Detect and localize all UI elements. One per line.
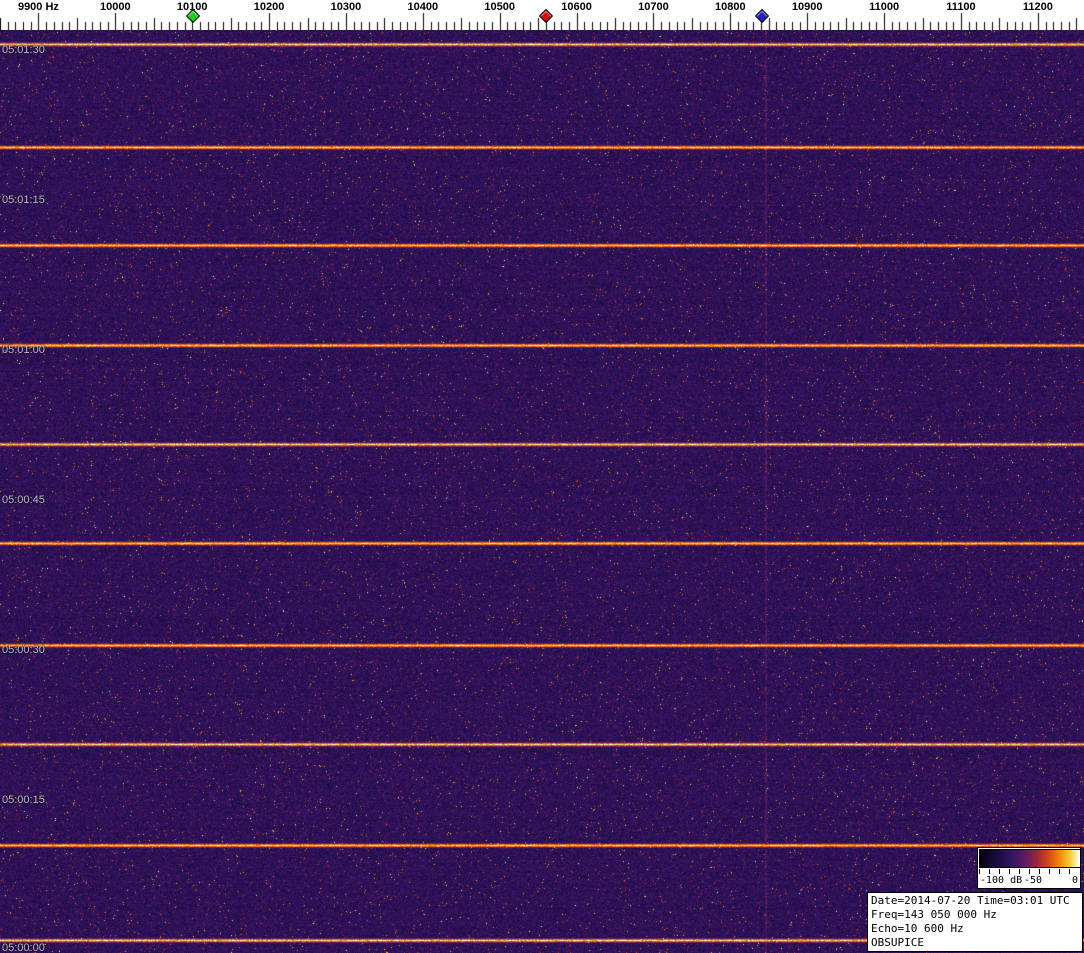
colorbar-labels: -100 dB -50 0 (978, 875, 1080, 887)
info-echo-line: Echo=10 600 Hz (871, 922, 1079, 936)
info-date-line: Date=2014-07-20 Time=03:01 UTC (871, 894, 1079, 908)
freq-tick-label: 10400 (408, 1, 439, 13)
freq-tick-label: 10500 (484, 1, 515, 13)
freq-tick-label: 10700 (638, 1, 669, 13)
freq-tick-label: 10000 (100, 1, 131, 13)
freq-tick-label: 10600 (561, 1, 592, 13)
colorbar-label-min: -100 dB (980, 875, 1022, 886)
time-tick-label: 05:00:45 (2, 494, 45, 506)
info-box: Date=2014-07-20 Time=03:01 UTC Freq=143 … (867, 892, 1083, 952)
frequency-ruler[interactable]: 9900 Hz 10000 10100 10200 10300 10400 10500 106… (0, 0, 1084, 30)
info-freq-line: Freq=143 050 000 Hz (871, 908, 1079, 922)
colorbar: -100 dB -50 0 (977, 847, 1081, 889)
time-tick-label: 05:00:15 (2, 794, 45, 806)
time-tick-label: 05:01:15 (2, 194, 45, 206)
time-tick-label: 05:00:00 (2, 942, 45, 953)
waterfall-spectrogram[interactable] (0, 30, 1084, 953)
time-tick-label: 05:00:30 (2, 644, 45, 656)
freq-tick-label: 11100 (946, 1, 975, 13)
spectrogram-app: 9900 Hz 10000 10100 10200 10300 10400 10500 106… (0, 0, 1084, 953)
colorbar-gradient (979, 849, 1081, 868)
freq-tick-label: 9900 Hz (18, 1, 59, 13)
colorbar-label-max: 0 (1072, 875, 1078, 886)
freq-tick-label: 10300 (331, 1, 362, 13)
freq-tick-label: 10800 (715, 1, 746, 13)
colorbar-label-mid: -50 (1024, 875, 1042, 886)
freq-tick-label: 11000 (869, 1, 899, 13)
freq-tick-label: 11200 (1023, 1, 1053, 13)
time-tick-label: 05:01:00 (2, 344, 45, 356)
time-tick-label: 05:01:30 (2, 44, 45, 56)
freq-tick-label: 10900 (792, 1, 823, 13)
colorbar-ticks (979, 869, 1079, 874)
freq-tick-label: 10200 (254, 1, 285, 13)
info-station-line: OBSUPICE (871, 936, 1079, 950)
